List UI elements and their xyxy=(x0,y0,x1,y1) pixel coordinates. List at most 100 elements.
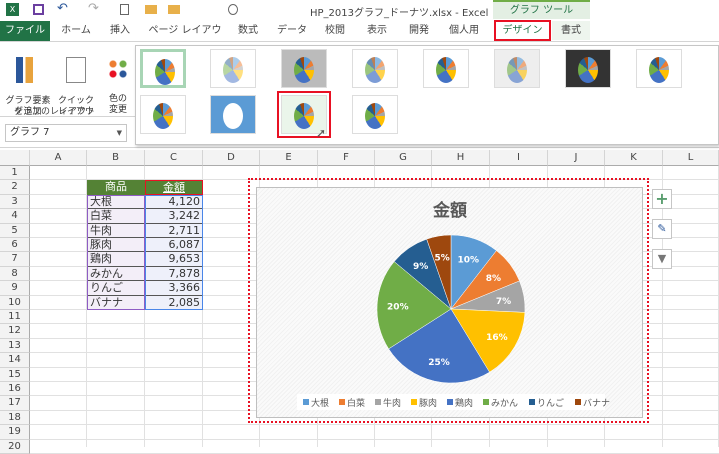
row-header[interactable]: 6 xyxy=(0,238,30,253)
data-label: 9% xyxy=(413,262,428,272)
column-header[interactable]: B xyxy=(87,150,145,166)
folder-icon[interactable] xyxy=(168,5,180,14)
new-file-icon[interactable] xyxy=(120,4,129,15)
ribbon-tabs: ファイル ホーム 挿入 ページ レイアウト 数式 データ 校閲 表示 開発 個人… xyxy=(0,19,719,55)
legend-entry: りんご xyxy=(537,397,564,409)
row-header[interactable]: 14 xyxy=(0,353,30,368)
table-header-cell[interactable]: 金額 xyxy=(145,180,203,195)
legend-entry: 牛肉 xyxy=(383,397,401,409)
column-header[interactable]: D xyxy=(203,150,260,166)
print-preview-icon[interactable] xyxy=(228,4,238,15)
name-box[interactable]: グラフ 7 ▼ xyxy=(5,124,127,142)
tab-formulas[interactable]: 数式 xyxy=(228,21,268,40)
row-header[interactable]: 11 xyxy=(0,310,30,325)
undo-icon[interactable]: ↶ xyxy=(57,1,68,16)
context-tab-group: グラフ ツール xyxy=(493,0,590,19)
data-label: 7% xyxy=(496,297,511,307)
chart-style-3[interactable] xyxy=(281,49,327,88)
title-bar: X ↶ ↷ HP_2013グラフ_ドーナツ.xlsx - Excel グラフ ツ… xyxy=(0,0,719,19)
chart-style-10[interactable] xyxy=(210,95,256,134)
chart-elements-plus-icon[interactable]: + xyxy=(652,189,672,209)
row-header[interactable]: 15 xyxy=(0,367,30,382)
tab-developer[interactable]: 開発 xyxy=(399,21,439,40)
column-header[interactable]: F xyxy=(318,150,375,166)
row-header[interactable]: 3 xyxy=(0,194,30,210)
row-header[interactable]: 8 xyxy=(0,266,30,282)
row-header[interactable]: 19 xyxy=(0,425,30,440)
chart-styles-brush-icon[interactable]: ✎ xyxy=(652,219,672,239)
data-label: 16% xyxy=(486,333,508,343)
row-header[interactable]: 17 xyxy=(0,396,30,411)
row-header[interactable]: 12 xyxy=(0,324,30,339)
legend-swatch xyxy=(529,399,535,405)
legend-swatch xyxy=(339,399,345,405)
chart-style-12[interactable] xyxy=(352,95,398,134)
pie-chart: 金額 10% 8% 7% 16% 25% 20% 9% 5% 大根 白菜 牛肉 豚肉 鶏肉 みかん りんご バナ… xyxy=(297,200,610,410)
legend-swatch xyxy=(447,399,453,405)
column-header[interactable]: G xyxy=(375,150,432,166)
legend-entry: 鶏肉 xyxy=(455,397,473,409)
column-header[interactable]: H xyxy=(432,150,490,166)
chart-style-6[interactable] xyxy=(494,49,540,88)
legend-swatch xyxy=(411,399,417,405)
table-header-cell[interactable]: 商品 xyxy=(87,180,145,195)
data-label: 10% xyxy=(458,256,480,266)
row-header[interactable]: 1 xyxy=(0,166,30,181)
tab-insert[interactable]: 挿入 xyxy=(100,21,140,40)
chart-element-icon xyxy=(16,57,40,83)
tab-home[interactable]: ホーム xyxy=(56,21,96,40)
row-header[interactable]: 4 xyxy=(0,209,30,224)
chart-style-5[interactable] xyxy=(423,49,469,88)
legend-swatch xyxy=(483,399,489,405)
chart-style-1[interactable] xyxy=(140,49,186,88)
tab-review[interactable]: 校閲 xyxy=(315,21,355,40)
row-header[interactable]: 9 xyxy=(0,281,30,296)
column-header[interactable]: C xyxy=(145,150,203,166)
tab-data[interactable]: データ xyxy=(272,21,312,40)
quick-layout-icon xyxy=(66,57,86,83)
legend-swatch xyxy=(575,399,581,405)
color-palette-icon xyxy=(108,59,128,79)
redo-icon[interactable]: ↷ xyxy=(88,1,99,16)
row-header[interactable]: 13 xyxy=(0,338,30,354)
quick-layout-button[interactable]: クイック レイアウト xyxy=(56,46,96,128)
legend-entry: 白菜 xyxy=(347,397,365,409)
column-header[interactable]: J xyxy=(548,150,605,166)
tab-view[interactable]: 表示 xyxy=(357,21,397,40)
column-header[interactable]: K xyxy=(605,150,663,166)
chart-style-8[interactable] xyxy=(636,49,682,88)
row-gridline xyxy=(30,424,719,426)
row-header[interactable]: 16 xyxy=(0,382,30,397)
chart-style-7[interactable] xyxy=(565,49,611,88)
legend-swatch xyxy=(375,399,381,405)
column-header[interactable]: E xyxy=(260,150,318,166)
row-header[interactable]: 7 xyxy=(0,252,30,267)
excel-logo-icon: X xyxy=(6,3,19,16)
tab-file[interactable]: ファイル xyxy=(0,21,50,41)
row-header[interactable]: 2 xyxy=(0,180,30,195)
tab-personal[interactable]: 個人用 xyxy=(442,21,486,40)
change-colors-label: 色の 変更 xyxy=(108,94,127,115)
column-header[interactable]: L xyxy=(663,150,719,166)
tab-format[interactable]: 書式 xyxy=(552,21,590,40)
chart-filter-icon[interactable]: ▼ xyxy=(652,249,672,269)
legend-entry: 大根 xyxy=(311,397,329,409)
chart-style-2[interactable] xyxy=(210,49,256,88)
column-header[interactable]: A xyxy=(30,150,87,166)
add-chart-element-button[interactable]: グラフ要素 を追加 xyxy=(4,46,52,117)
change-colors-button[interactable]: 色の 変更 xyxy=(102,46,134,115)
select-all-corner[interactable] xyxy=(0,150,30,166)
column-header[interactable]: I xyxy=(490,150,548,166)
tab-design[interactable]: デザイン xyxy=(494,20,551,41)
row-header[interactable]: 5 xyxy=(0,223,30,238)
chevron-down-icon[interactable]: ▼ xyxy=(117,125,122,141)
tab-page-layout[interactable]: ページ レイアウト xyxy=(145,21,225,55)
chart-style-9[interactable] xyxy=(140,95,186,134)
save-icon[interactable] xyxy=(33,4,44,15)
chart-style-4[interactable] xyxy=(352,49,398,88)
row-header[interactable]: 18 xyxy=(0,410,30,426)
row-header[interactable]: 10 xyxy=(0,295,30,310)
value-range-highlight xyxy=(145,194,203,310)
open-folder-icon[interactable] xyxy=(145,5,157,14)
chart-area[interactable]: 金額 10% 8% 7% 16% 25% 20% 9% 5% 大根 白菜 牛肉 豚肉 鶏肉 みかん りんご バナ… xyxy=(256,187,643,418)
